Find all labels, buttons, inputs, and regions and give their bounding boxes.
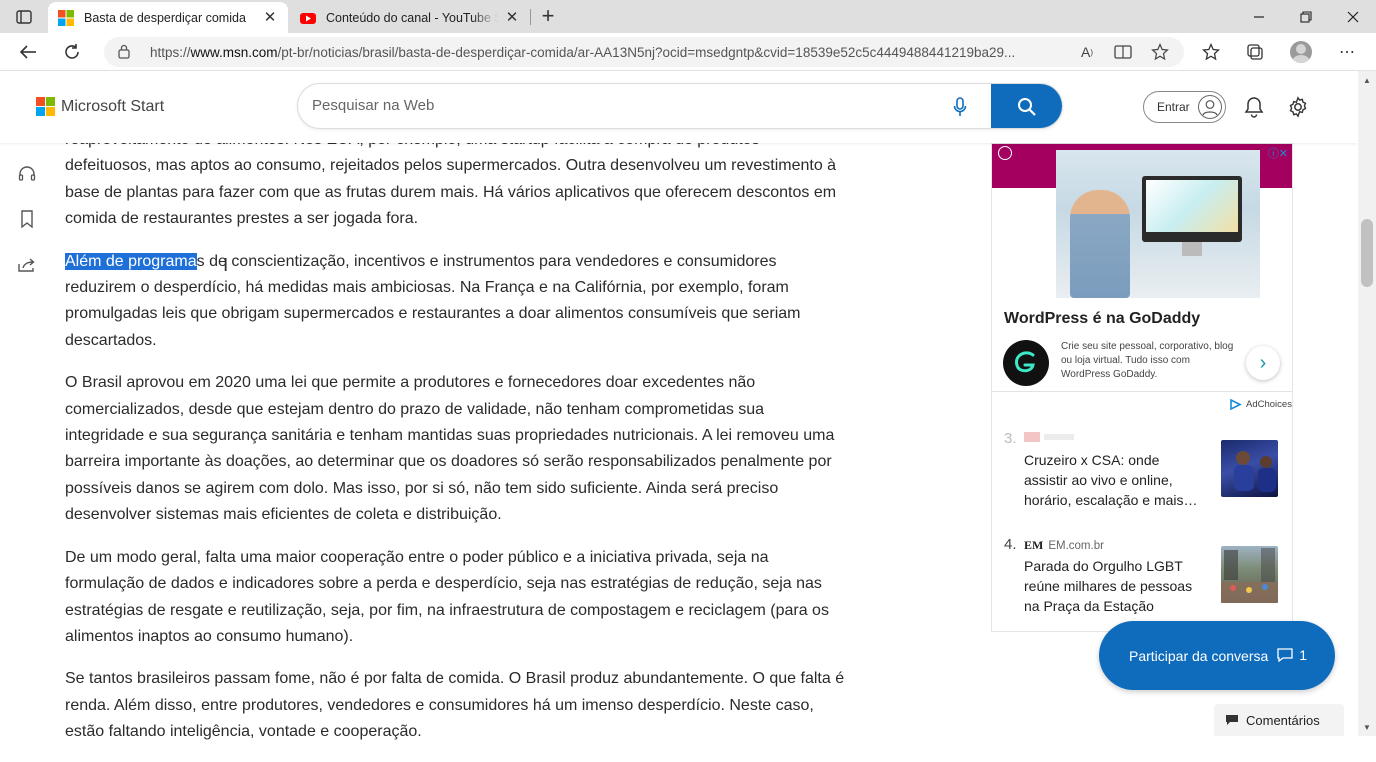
share-icon[interactable] <box>14 252 40 278</box>
close-tab-icon[interactable]: ✕ <box>262 9 278 26</box>
article-body: reaproveitamento de alimentos. Nos EUA, … <box>65 127 845 762</box>
restore-button[interactable] <box>1283 0 1329 33</box>
microphone-icon[interactable] <box>953 97 967 117</box>
godaddy-logo-icon <box>1003 340 1049 386</box>
comment-icon <box>1277 648 1293 662</box>
minimize-button[interactable] <box>1236 0 1282 33</box>
add-favorite-icon[interactable] <box>1149 42 1171 62</box>
web-search-bar <box>297 83 1063 129</box>
source-logo <box>1024 432 1074 442</box>
settings-gear-icon[interactable] <box>1286 95 1310 119</box>
article-paragraph: O Brasil aprovou em 2020 uma lei que per… <box>65 374 835 524</box>
text-cursor-icon: I <box>223 255 229 276</box>
chevron-right-icon[interactable]: › <box>1246 346 1280 380</box>
lock-icon[interactable] <box>118 44 130 59</box>
tab-youtube[interactable]: Conteúdo do canal - YouTube Studio ✕ <box>290 2 530 33</box>
bookmark-icon[interactable] <box>14 206 40 232</box>
ad-description: Crie seu site pessoal, corporativo, blog… <box>1061 341 1234 380</box>
favorites-icon[interactable] <box>1198 40 1224 64</box>
join-conversation-button[interactable]: Participar da conversa 1 <box>1099 621 1335 690</box>
comment-icon <box>1226 715 1238 725</box>
news-thumbnail <box>1221 546 1278 603</box>
em-logo: EM <box>1024 538 1044 552</box>
selected-text: Além de programa <box>65 252 197 270</box>
url-text[interactable]: https://www.msn.com/pt-br/noticias/brasi… <box>150 45 1072 60</box>
scroll-down-icon[interactable]: ▼ <box>1362 723 1372 732</box>
immersive-reader-icon[interactable] <box>1112 42 1134 62</box>
search-button[interactable] <box>991 84 1062 128</box>
tab-title: Conteúdo do canal - YouTube Studio <box>326 10 498 25</box>
scrollbar-thumb[interactable] <box>1361 219 1373 287</box>
adchoices-link[interactable]: AdChoices <box>1230 399 1292 410</box>
tab-actions-icon[interactable] <box>10 5 38 29</box>
sign-in-button[interactable]: Entrar <box>1143 91 1226 123</box>
notifications-icon[interactable] <box>1242 95 1266 119</box>
more-menu-icon[interactable]: ⋯ <box>1334 40 1360 64</box>
refresh-button[interactable] <box>58 39 86 65</box>
back-button[interactable] <box>14 39 42 65</box>
youtube-icon <box>300 12 316 24</box>
article-paragraph: De um modo geral, falta uma maior cooper… <box>65 548 829 645</box>
search-input[interactable] <box>312 97 912 114</box>
trending-list: 3. Cruzeiro x CSA: onde assistir ao vivo… <box>991 392 1293 632</box>
profile-icon[interactable] <box>1288 40 1314 64</box>
headphones-listen-icon[interactable] <box>14 160 40 186</box>
article-action-rail <box>14 160 42 298</box>
headline[interactable]: Parada do Orgulho LGBT reúne milhares de… <box>1024 556 1202 616</box>
article-paragraph: Além de programas de conscientização, in… <box>65 252 801 349</box>
scroll-up-icon[interactable]: ▲ <box>1362 76 1372 85</box>
article-paragraph: Se tantos brasileiros passam fome, não é… <box>65 670 845 741</box>
tab-msn[interactable]: Basta de desperdiçar comida ✕ <box>48 2 288 33</box>
adchoices-icon <box>1230 399 1242 410</box>
ad-badge-icon <box>998 146 1012 160</box>
headline[interactable]: Cruzeiro x CSA: onde assistir ao vivo e … <box>1024 450 1202 510</box>
close-tab-icon[interactable]: ✕ <box>504 9 520 26</box>
ad-photo <box>1056 150 1260 298</box>
read-aloud-icon[interactable]: A) <box>1076 42 1098 62</box>
close-window-button[interactable] <box>1330 0 1376 33</box>
microsoft-logo-icon <box>36 97 55 116</box>
browser-toolbar: https://www.msn.com/pt-br/noticias/brasi… <box>0 33 1376 71</box>
user-icon <box>1198 95 1222 119</box>
search-icon <box>1017 98 1036 116</box>
site-header: Microsoft Start Entrar <box>0 71 1358 143</box>
new-tab-button[interactable]: + <box>536 5 560 29</box>
collections-icon[interactable] <box>1242 40 1268 64</box>
advertisement[interactable]: ⓘ✕ WordPress é na GoDaddy Crie seu site … <box>991 143 1293 392</box>
ad-info-icon[interactable]: ⓘ✕ <box>1268 145 1288 161</box>
tab-title: Basta de desperdiçar comida <box>84 10 246 25</box>
page-scrollbar[interactable]: ▲ ▼ <box>1358 71 1376 736</box>
microsoft-start-logo[interactable]: Microsoft Start <box>36 97 164 116</box>
comments-tab[interactable]: Comentários <box>1214 704 1344 736</box>
tab-separator <box>530 9 531 25</box>
address-bar[interactable]: https://www.msn.com/pt-br/noticias/brasi… <box>104 37 1184 67</box>
tab-strip: Basta de desperdiçar comida ✕ Conteúdo d… <box>0 0 1376 33</box>
news-thumbnail <box>1221 440 1278 497</box>
ad-title[interactable]: WordPress é na GoDaddy <box>1004 310 1200 328</box>
msn-icon <box>58 9 74 26</box>
